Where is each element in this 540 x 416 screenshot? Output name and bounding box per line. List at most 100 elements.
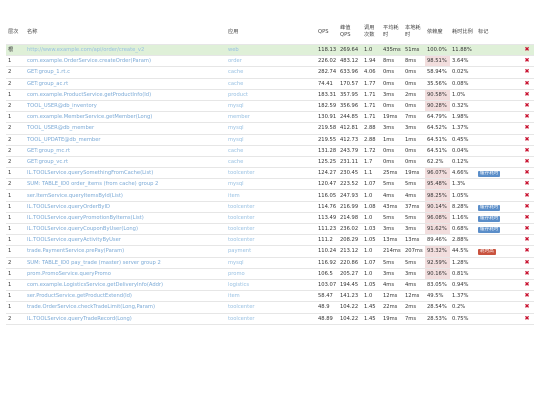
cell-app[interactable]: payment <box>226 245 316 258</box>
cell-name[interactable]: ser.ProductService.getProductExtend(Id) <box>25 290 226 303</box>
cell-name[interactable]: trade.OrderService.checkTradeLimit(Long,… <box>25 301 226 314</box>
cell-app[interactable]: product <box>226 89 316 101</box>
cell-name[interactable]: IL.TOOLService.querySomethingFromCache(L… <box>25 167 226 180</box>
cell-app[interactable]: cache <box>226 156 316 169</box>
delete-icon[interactable]: ✖ <box>524 292 529 299</box>
col-header-name[interactable]: 名称 <box>25 20 226 45</box>
cell-name[interactable]: TOOL_USER@db_member <box>25 122 226 135</box>
delete-icon[interactable]: ✖ <box>524 57 529 64</box>
cell-level: 1 <box>6 223 25 236</box>
delete-icon[interactable]: ✖ <box>524 281 529 288</box>
cell-app[interactable]: toolcenter <box>226 313 316 325</box>
delete-icon[interactable]: ✖ <box>524 214 529 221</box>
delete-icon[interactable]: ✖ <box>524 68 529 75</box>
delete-icon[interactable]: ✖ <box>524 80 529 87</box>
cell-time-ratio: 1.3% <box>450 178 476 191</box>
cell-name[interactable]: com.example.MemberService.getMember(Long… <box>25 111 226 124</box>
cell-app[interactable]: logistics <box>226 279 316 292</box>
cell-time-ratio: 11.88% <box>450 44 476 57</box>
cell-app[interactable]: promo <box>226 268 316 280</box>
delete-icon[interactable]: ✖ <box>524 270 529 277</box>
col-header-peak-qps[interactable]: 峰值QPS <box>338 20 362 45</box>
col-header-mark[interactable]: 标记 <box>476 20 520 45</box>
cell-name[interactable]: IL.TOOLService.queryPromotionByItems(Lis… <box>25 212 226 225</box>
cell-qps: 111.23 <box>316 223 338 236</box>
cell-local-time: 4ms <box>403 279 425 292</box>
cell-peak-qps: 194.45 <box>338 279 362 292</box>
delete-icon[interactable]: ✖ <box>524 158 529 165</box>
cell-name[interactable]: IL.TOOLService.queryActivityByUser <box>25 234 226 247</box>
cell-app[interactable]: toolcenter <box>226 301 316 314</box>
delete-icon[interactable]: ✖ <box>524 180 529 187</box>
col-header-time-ratio[interactable]: 耗时比例 <box>450 20 476 45</box>
cell-app[interactable]: member <box>226 111 316 124</box>
col-header-calls[interactable]: 调用次数 <box>362 20 381 45</box>
cell-avg-time: 5ms <box>381 178 403 191</box>
cell-app[interactable]: mysql <box>226 100 316 113</box>
cell-name[interactable]: IL.TOOLService.queryCouponByUser(Long) <box>25 223 226 236</box>
delete-icon[interactable]: ✖ <box>524 46 529 53</box>
delete-icon[interactable]: ✖ <box>524 247 529 254</box>
delete-icon[interactable]: ✖ <box>524 136 529 143</box>
col-header-avg-time[interactable]: 平均耗时 <box>381 20 403 45</box>
cell-avg-time: 0ms <box>381 78 403 90</box>
cell-app[interactable]: cache <box>226 78 316 90</box>
col-header-level[interactable]: 层次 <box>6 20 25 45</box>
cell-app[interactable]: toolcenter <box>226 234 316 247</box>
delete-icon[interactable]: ✖ <box>524 113 529 120</box>
col-header-local-time[interactable]: 本地耗时 <box>403 20 425 45</box>
col-header-app[interactable]: 应用 <box>226 20 316 45</box>
cell-app[interactable]: item <box>226 290 316 303</box>
cell-app[interactable]: order <box>226 55 316 68</box>
delete-icon[interactable]: ✖ <box>524 236 529 243</box>
cell-app[interactable]: mysql <box>226 178 316 191</box>
delete-icon[interactable]: ✖ <box>524 169 529 176</box>
cell-peak-qps: 269.64 <box>338 44 362 57</box>
cell-name[interactable]: http://www.example.com/api/order/create_… <box>25 44 226 57</box>
cell-app[interactable]: cache <box>226 66 316 79</box>
cell-app[interactable]: cache <box>226 145 316 157</box>
delete-icon[interactable]: ✖ <box>524 303 529 310</box>
delete-icon[interactable]: ✖ <box>524 192 529 199</box>
cell-name[interactable]: GET:group_mc.rt <box>25 145 226 157</box>
delete-icon[interactable]: ✖ <box>524 91 529 98</box>
cell-app[interactable]: toolcenter <box>226 201 316 213</box>
cell-name[interactable]: TOOL_UPDATE@db_member <box>25 134 226 146</box>
cell-name[interactable]: IL.TOOLService.queryOrderByID <box>25 201 226 213</box>
cell-level: 2 <box>6 257 25 269</box>
cell-peak-qps: 230.45 <box>338 167 362 180</box>
delete-icon[interactable]: ✖ <box>524 225 529 232</box>
cell-app[interactable]: toolcenter <box>226 167 316 180</box>
cell-app[interactable]: mysql <box>226 134 316 146</box>
cell-app[interactable]: toolcenter <box>226 223 316 236</box>
cell-name[interactable]: ser.ItemService.queryItemsById(List) <box>25 189 226 202</box>
delete-icon[interactable]: ✖ <box>524 147 529 154</box>
cell-name[interactable]: prom.PromoService.queryPromo <box>25 268 226 280</box>
delete-icon[interactable]: ✖ <box>524 124 529 131</box>
cell-dependency: 62.2% <box>425 156 450 169</box>
cell-app[interactable]: web <box>226 44 316 57</box>
cell-name[interactable]: com.example.ProductService.getProductInf… <box>25 89 226 101</box>
cell-actions: ✖ <box>520 257 534 269</box>
cell-name[interactable]: SUM: TABLE_ID0 pay_trade (master) server… <box>25 257 226 269</box>
cell-name[interactable]: com.example.OrderService.createOrder(Par… <box>25 55 226 68</box>
cell-local-time: 1ms <box>403 134 425 146</box>
cell-name[interactable]: TOOL_USER@db_inventory <box>25 100 226 113</box>
cell-name[interactable]: GET:group_ac.rt <box>25 78 226 90</box>
cell-app[interactable]: mysql <box>226 122 316 135</box>
delete-icon[interactable]: ✖ <box>524 259 529 266</box>
cell-name[interactable]: IL.TOOLService.queryTradeRecord(Long) <box>25 313 226 325</box>
cell-name[interactable]: GET:group_1.rt.c <box>25 66 226 79</box>
cell-name[interactable]: GET:group_vc.rt <box>25 156 226 169</box>
cell-app[interactable]: item <box>226 189 316 202</box>
cell-name[interactable]: SUM: TABLE_ID0 order_items (from cache) … <box>25 178 226 191</box>
cell-app[interactable]: toolcenter <box>226 212 316 225</box>
delete-icon[interactable]: ✖ <box>524 203 529 210</box>
cell-name[interactable]: com.example.LogisticsService.getDelivery… <box>25 279 226 292</box>
cell-app[interactable]: mysql <box>226 257 316 269</box>
col-header-dependency[interactable]: 依赖度 <box>425 20 450 45</box>
col-header-qps[interactable]: QPS <box>316 20 338 45</box>
cell-name[interactable]: trade.PaymentService.prePay(Param) <box>25 245 226 258</box>
delete-icon[interactable]: ✖ <box>524 315 529 322</box>
delete-icon[interactable]: ✖ <box>524 102 529 109</box>
